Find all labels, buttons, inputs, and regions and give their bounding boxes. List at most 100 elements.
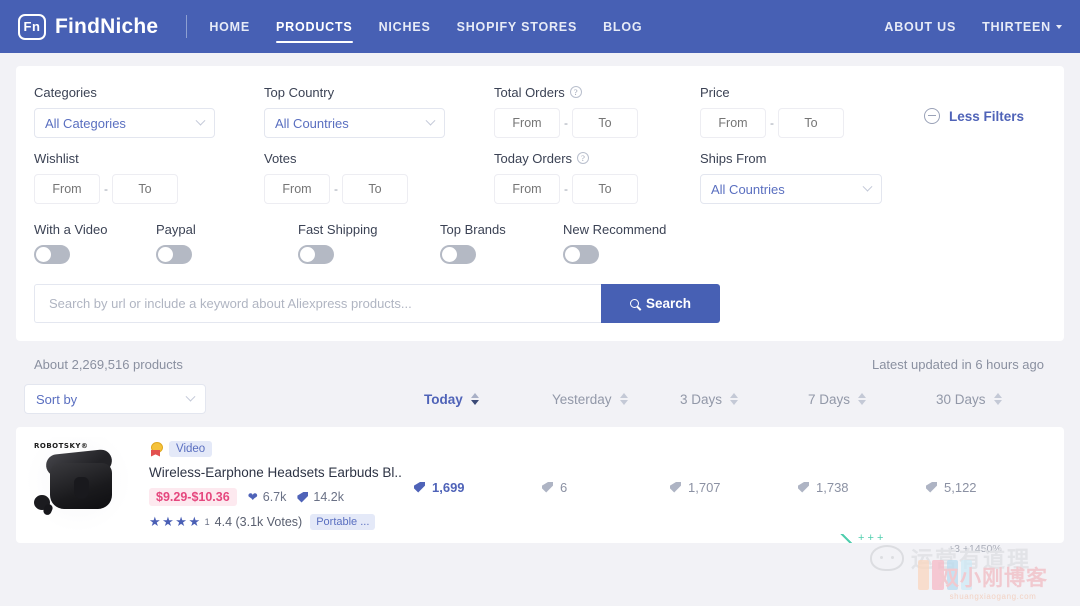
period-tab-7-days[interactable]: 7 Days <box>808 392 936 407</box>
total-orders-from-input[interactable] <box>494 108 560 138</box>
search-bar: Search <box>34 284 1046 323</box>
nav-item-about-us[interactable]: ABOUT US <box>884 0 956 53</box>
earbud-inside-icon <box>74 477 89 499</box>
blog-watermark: 双小刚博客 shuangxiaogang.com <box>938 568 1048 602</box>
period-tab-yesterday[interactable]: Yesterday <box>552 392 680 407</box>
fast-shipping-switch[interactable] <box>298 245 334 264</box>
tag-icon <box>542 481 553 493</box>
nav-item-shopify-stores[interactable]: SHOPIFY STORES <box>457 0 578 53</box>
product-30-days-value: 5,122 <box>926 476 1054 495</box>
product-row[interactable]: ROBOTSKY® Video Wireless-Earphone Headse… <box>16 427 1064 543</box>
votes-label: Votes <box>264 150 297 166</box>
nav-item-home[interactable]: HOME <box>209 0 250 53</box>
nav-item-products[interactable]: PRODUCTS <box>276 0 353 53</box>
product-today-value: 1,699 <box>414 476 542 495</box>
sort-arrows-icon[interactable] <box>993 393 1002 405</box>
product-orders-stat: 14.2k <box>297 490 344 504</box>
help-icon[interactable]: ? <box>569 86 582 98</box>
wishlist-to-input[interactable] <box>112 174 178 204</box>
wishlist-label: Wishlist <box>34 150 79 166</box>
toggle-new-recommend: New Recommend <box>563 222 666 264</box>
price-range: - <box>700 108 906 138</box>
header-divider <box>186 15 188 38</box>
product-info: Video Wireless-Earphone Headsets Earbuds… <box>149 440 401 530</box>
period-tab-today[interactable]: Today <box>424 392 552 407</box>
blog-watermark-url: shuangxiaogang.com <box>949 592 1037 601</box>
period-tabs: Today Yesterday 3 Days 7 Days 30 Days <box>424 392 1064 407</box>
results-count: About 2,269,516 products <box>34 357 183 372</box>
product-title[interactable]: Wireless-Earphone Headsets Earbuds Bl... <box>149 465 401 480</box>
price-from-input[interactable] <box>700 108 766 138</box>
today-orders-range: - <box>494 174 700 204</box>
today-orders-from-input[interactable] <box>494 174 560 204</box>
filter-votes: Votes - <box>264 148 494 212</box>
sort-arrows-icon[interactable] <box>470 393 479 405</box>
brand-logo[interactable]: Fn FindNiche <box>18 13 159 40</box>
period-tab-7-days-label: 7 Days <box>808 391 851 407</box>
rating-value: 4.4 (3.1k Votes) <box>214 515 303 529</box>
with-a-video-switch[interactable] <box>34 245 70 264</box>
nav-item-blog[interactable]: BLOG <box>603 0 642 53</box>
paypal-switch[interactable] <box>156 245 192 264</box>
categories-select[interactable]: All Categories <box>34 108 215 138</box>
period-tab-30-days[interactable]: 30 Days <box>936 392 1064 407</box>
brand-name: FindNiche <box>55 14 159 38</box>
new-recommend-label: New Recommend <box>563 222 667 237</box>
today-orders-label: Today Orders ? <box>494 148 700 168</box>
wishlist-range: - <box>34 174 264 204</box>
user-menu[interactable]: THIRTEEN <box>982 0 1062 53</box>
filter-total-orders: Total Orders ? - <box>494 82 700 146</box>
star-partial-value: 1 <box>204 517 210 527</box>
filter-ships-from: Ships From All Countries <box>700 148 906 212</box>
product-brand-watermark: ROBOTSKY® <box>34 442 89 450</box>
filter-spacer <box>906 148 1046 212</box>
range-dash: - <box>564 182 568 196</box>
filter-panel: Categories All Categories Top Country Al… <box>16 66 1064 341</box>
chevron-down-icon <box>195 115 206 126</box>
product-tag-badge[interactable]: Portable ... <box>310 514 376 530</box>
tag-icon <box>798 481 809 493</box>
period-tab-3-days-label: 3 Days <box>680 391 723 407</box>
product-rating: ★★★★ 1 4.4 (3.1k Votes) Portable ... <box>149 514 401 530</box>
filter-wishlist: Wishlist - <box>34 148 264 212</box>
period-tab-3-days[interactable]: 3 Days <box>680 392 808 407</box>
sort-arrows-icon[interactable] <box>858 393 867 405</box>
help-icon[interactable]: ? <box>577 152 590 164</box>
total-orders-to-input[interactable] <box>572 108 638 138</box>
toggle-paypal: Paypal <box>156 222 298 264</box>
total-orders-range: - <box>494 108 700 138</box>
product-wishlist-stat: ❤ 6.7k <box>248 490 287 504</box>
minus-circle-icon <box>924 108 940 124</box>
paypal-label: Paypal <box>156 222 196 237</box>
top-country-select[interactable]: All Countries <box>264 108 445 138</box>
product-thumbnail[interactable]: ROBOTSKY® <box>26 437 131 533</box>
trend-percent-watermark: +3 +1450% <box>948 543 1002 555</box>
sort-arrows-icon[interactable] <box>619 393 628 405</box>
sort-arrows-icon[interactable] <box>730 393 739 405</box>
chinese-watermark: 运营有道理 <box>870 542 1031 574</box>
total-orders-label: Total Orders ? <box>494 82 700 102</box>
new-recommend-switch[interactable] <box>563 245 599 264</box>
nav-item-niches[interactable]: NICHES <box>379 0 431 53</box>
thirty-days-value-text: 5,122 <box>944 479 977 495</box>
product-wishlist-value: 6.7k <box>262 490 287 504</box>
less-filters-button[interactable]: Less Filters <box>924 108 1046 124</box>
search-button[interactable]: Search <box>601 284 720 323</box>
ships-from-value: All Countries <box>711 181 785 197</box>
price-to-input[interactable] <box>778 108 844 138</box>
wishlist-from-input[interactable] <box>34 174 100 204</box>
chevron-down-icon <box>185 391 196 402</box>
sort-by-value: Sort by <box>36 391 78 407</box>
today-orders-to-input[interactable] <box>572 174 638 204</box>
categories-label: Categories <box>34 84 97 100</box>
video-badge[interactable]: Video <box>169 441 213 457</box>
search-input[interactable] <box>34 284 601 323</box>
range-dash: - <box>770 116 774 130</box>
top-brands-switch[interactable] <box>440 245 476 264</box>
period-tab-today-label: Today <box>424 391 463 407</box>
fast-shipping-label: Fast Shipping <box>298 222 378 237</box>
votes-from-input[interactable] <box>264 174 330 204</box>
votes-to-input[interactable] <box>342 174 408 204</box>
ships-from-select[interactable]: All Countries <box>700 174 882 204</box>
sort-by-select[interactable]: Sort by <box>24 384 206 414</box>
